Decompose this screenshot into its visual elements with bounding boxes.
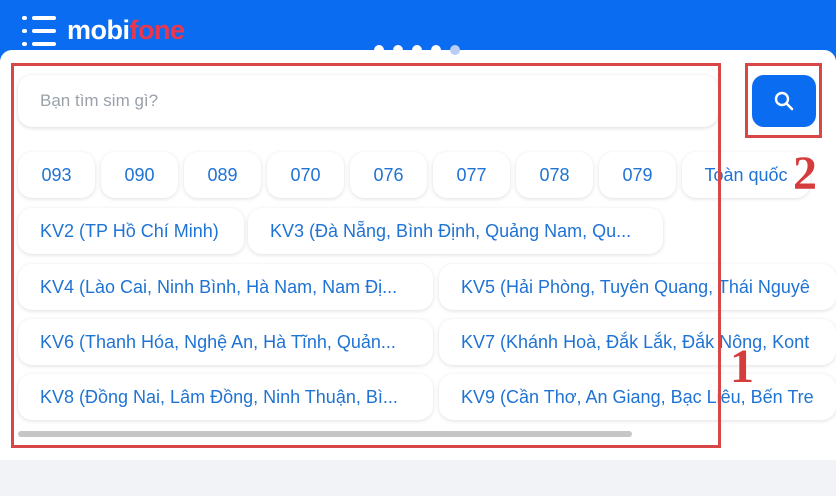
annotation-box-2 (745, 63, 822, 138)
annotation-label-2: 2 (793, 147, 817, 200)
page-background (0, 470, 836, 496)
annotation-box-1 (11, 63, 721, 448)
mobifone-logo[interactable]: mobifone (67, 14, 185, 46)
pager-dot[interactable] (412, 45, 422, 55)
pager-dot[interactable] (431, 45, 441, 55)
annotation-label-1: 1 (730, 340, 754, 393)
hamburger-menu-icon[interactable] (22, 16, 56, 46)
pager-dot[interactable] (374, 45, 384, 55)
pager-dot[interactable] (450, 45, 460, 55)
pager-dot[interactable] (393, 45, 403, 55)
logo-text-mobi: mobi (67, 15, 130, 45)
logo-text-fone: fone (129, 15, 186, 45)
